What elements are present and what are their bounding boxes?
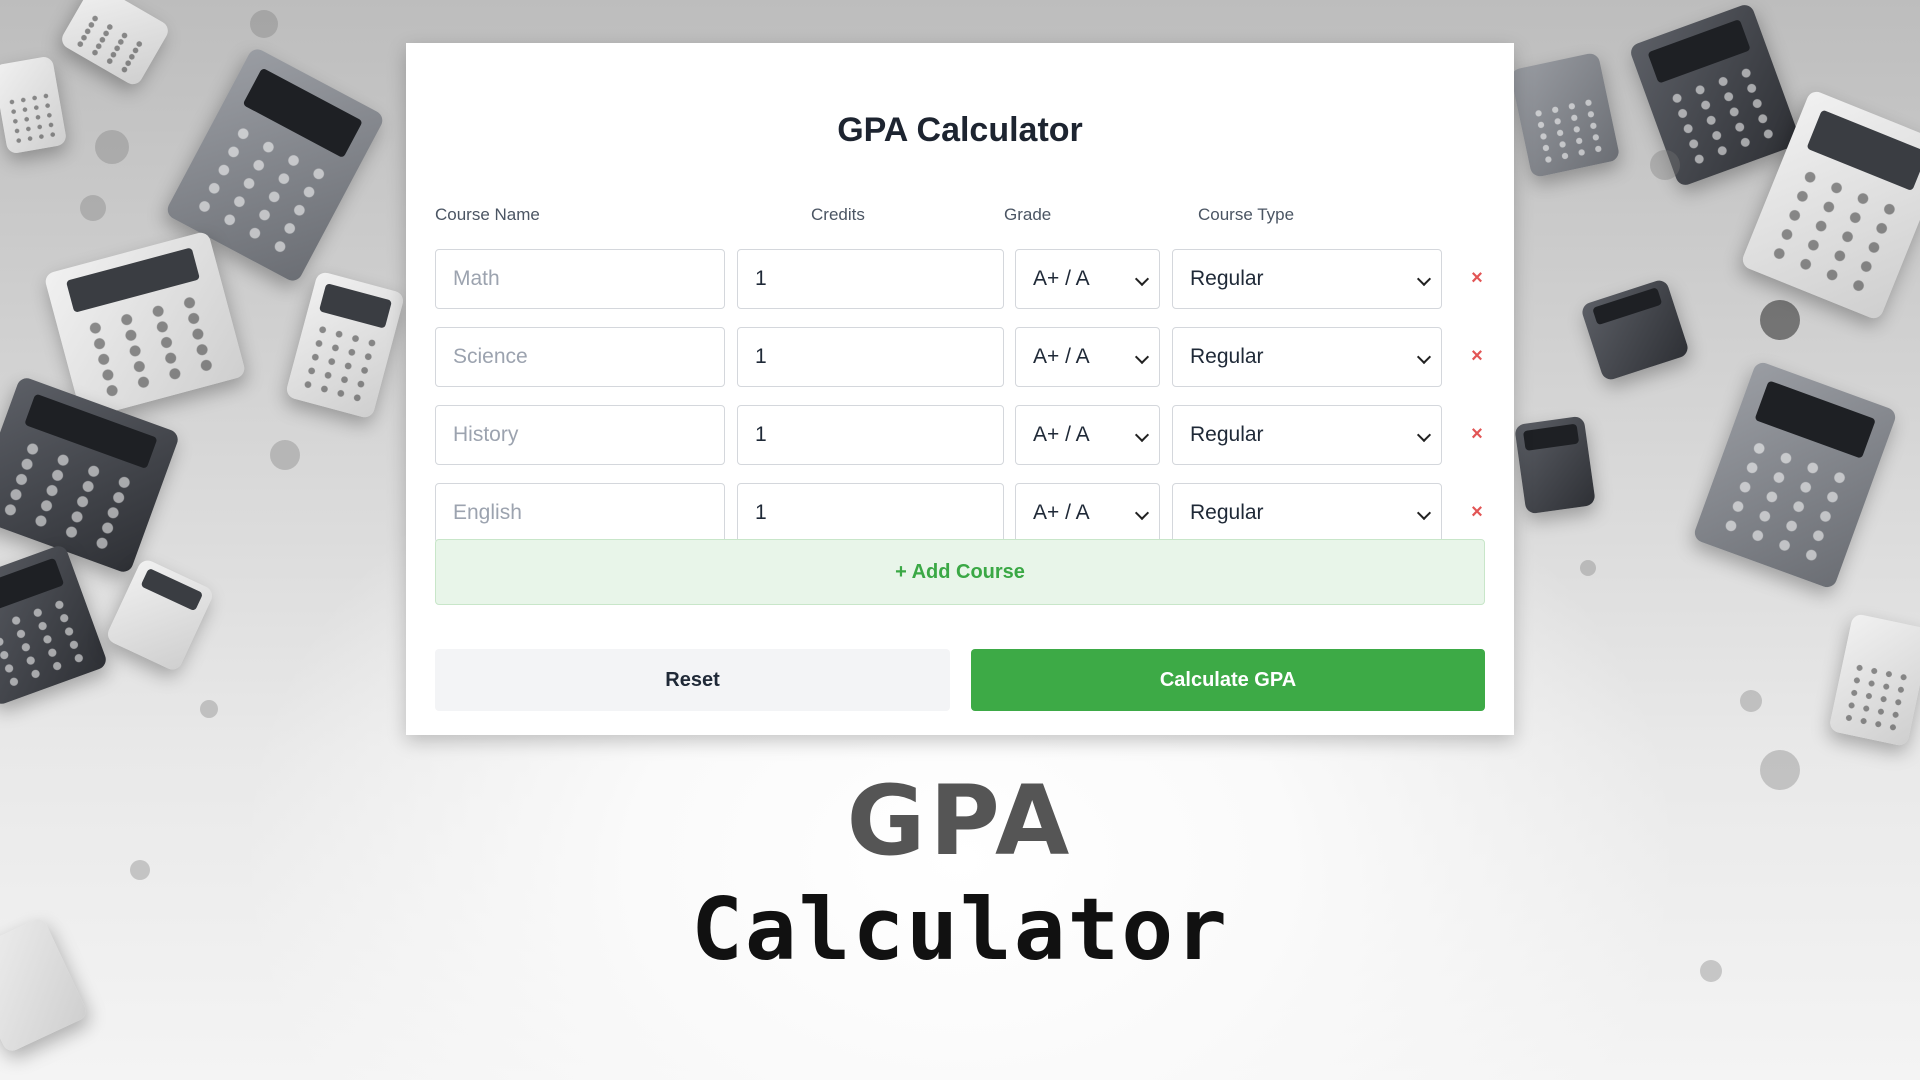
course-type-value: Regular <box>1190 501 1264 524</box>
chevron-down-icon <box>1416 271 1432 287</box>
course-row: Science 1 A+ / A Regular × <box>435 327 1495 389</box>
calculator-decoration <box>58 0 172 88</box>
column-header-credits: Credits <box>811 205 865 224</box>
chevron-down-icon <box>1134 505 1150 521</box>
remove-course-button[interactable]: × <box>1462 497 1492 527</box>
remove-course-button[interactable]: × <box>1462 341 1492 371</box>
course-type-select[interactable]: Regular <box>1172 327 1442 387</box>
grade-value: A+ / A <box>1033 345 1090 368</box>
calculator-decoration <box>0 55 68 155</box>
course-type-value: Regular <box>1190 345 1264 368</box>
card-title: GPA Calculator <box>837 111 1083 149</box>
chevron-down-icon <box>1416 505 1432 521</box>
course-type-value: Regular <box>1190 267 1264 290</box>
add-course-button[interactable]: + Add Course <box>435 539 1485 605</box>
calculator-decoration <box>1692 360 1898 590</box>
reset-button[interactable]: Reset <box>435 649 950 711</box>
promo-title-calculator: Calculator <box>691 880 1229 980</box>
chevron-down-icon <box>1134 427 1150 443</box>
calculator-decoration <box>0 543 109 707</box>
column-header-course-type: Course Type <box>1198 205 1295 224</box>
credits-input[interactable]: 1 <box>737 483 1004 543</box>
promo-title-gpa: GPA <box>846 765 1074 877</box>
column-header-grade: Grade <box>1004 205 1052 224</box>
course-type-select[interactable]: Regular <box>1172 483 1442 543</box>
grade-select[interactable]: A+ / A <box>1015 405 1160 465</box>
column-header-course-name: Course Name <box>435 205 540 224</box>
chevron-down-icon <box>1134 271 1150 287</box>
chevron-down-icon <box>1416 427 1432 443</box>
calculator-decoration <box>104 557 216 673</box>
calculate-gpa-button[interactable]: Calculate GPA <box>971 649 1485 711</box>
grade-value: A+ / A <box>1033 423 1090 446</box>
course-name-input[interactable]: History <box>435 405 725 465</box>
grade-select[interactable]: A+ / A <box>1015 327 1160 387</box>
calculator-decoration <box>43 230 247 420</box>
remove-course-button[interactable]: × <box>1462 263 1492 293</box>
chevron-down-icon <box>1416 349 1432 365</box>
grade-select[interactable]: A+ / A <box>1015 249 1160 309</box>
grade-select[interactable]: A+ / A <box>1015 483 1160 543</box>
credits-input[interactable]: 1 <box>737 327 1004 387</box>
course-name-input[interactable]: English <box>435 483 725 543</box>
course-name-input[interactable]: Science <box>435 327 725 387</box>
course-row: History 1 A+ / A Regular × <box>435 405 1495 467</box>
credits-input[interactable]: 1 <box>737 249 1004 309</box>
grade-value: A+ / A <box>1033 501 1090 524</box>
calculator-decoration <box>284 270 406 420</box>
grade-value: A+ / A <box>1033 267 1090 290</box>
course-type-value: Regular <box>1190 423 1264 446</box>
calculator-decoration <box>1514 415 1596 515</box>
calculator-decoration <box>0 375 181 575</box>
credits-input[interactable]: 1 <box>737 405 1004 465</box>
course-type-select[interactable]: Regular <box>1172 405 1442 465</box>
calculator-decoration <box>1509 51 1621 179</box>
remove-course-button[interactable]: × <box>1462 419 1492 449</box>
course-type-select[interactable]: Regular <box>1172 249 1442 309</box>
calculator-decoration <box>1828 612 1920 748</box>
calculator-decoration <box>1579 278 1691 382</box>
gpa-calculator-card: GPA Calculator Course Name Credits Grade… <box>406 43 1514 735</box>
course-row: English 1 A+ / A Regular × <box>435 483 1495 545</box>
chevron-down-icon <box>1134 349 1150 365</box>
course-name-input[interactable]: Math <box>435 249 725 309</box>
course-row: Math 1 A+ / A Regular × <box>435 249 1495 311</box>
